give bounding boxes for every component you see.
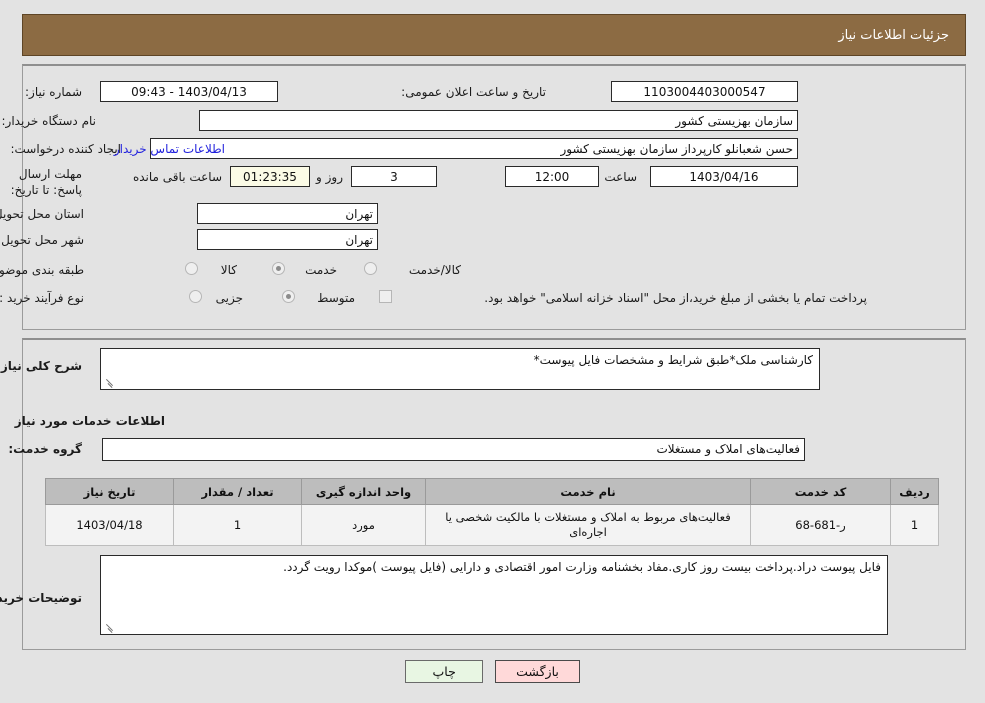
radio-category-kala-khedmat-label: کالا/خدمت <box>408 263 461 277</box>
province-value: تهران <box>197 203 378 224</box>
remaining-days-value: 3 <box>351 166 437 187</box>
resize-grip-icon[interactable] <box>104 623 114 633</box>
col-unit: واحد اندازه گیری <box>301 478 426 505</box>
deadline-hour-value: 12:00 <box>505 166 599 187</box>
buyer-notes-label: توضیحات خریدار: <box>0 591 82 605</box>
radio-process-jozei-label: جزیی <box>215 291 243 305</box>
cell-unit: مورد <box>301 504 426 546</box>
treasury-bond-label: پرداخت تمام یا بخشی از مبلغ خرید،از محل … <box>484 291 867 305</box>
buyer-org-value: سازمان بهزیستی کشور <box>199 110 798 131</box>
need-number-value: 1103004403000547 <box>611 81 798 102</box>
city-label: شهر محل تحویل: <box>0 233 84 247</box>
radio-category-kala[interactable] <box>185 262 198 275</box>
summary-label: شرح کلی نیاز: <box>0 359 82 373</box>
announce-datetime-value: 1403/04/13 - 09:43 <box>100 81 278 102</box>
resize-grip-icon[interactable] <box>104 378 114 388</box>
col-quantity: تعداد / مقدار <box>173 478 302 505</box>
service-group-value: فعالیت‌های املاک و مستغلات <box>102 438 805 461</box>
deadline-hour-label: ساعت <box>604 170 637 184</box>
action-button-row: بازگشت چاپ <box>0 660 985 683</box>
deadline-date-value: 1403/04/16 <box>650 166 798 187</box>
services-table: ردیف کد خدمت نام خدمت واحد اندازه گیری ت… <box>45 478 939 546</box>
page-title-bar: جزئیات اطلاعات نیاز <box>22 14 966 56</box>
cell-row-no: 1 <box>890 504 939 546</box>
remaining-days-label: روز و <box>316 170 343 184</box>
radio-category-kala-label: کالا <box>220 263 237 277</box>
radio-process-motevaset-label: متوسط <box>317 291 355 305</box>
need-number-label: شماره نیاز: <box>25 85 82 99</box>
buyer-contact-link[interactable]: اطلاعات تماس خریدار <box>114 142 225 156</box>
cell-service-name: فعالیت‌های مربوط به املاک و مستغلات با م… <box>425 504 751 546</box>
countdown-label: ساعت باقی مانده <box>132 170 222 184</box>
page-title: جزئیات اطلاعات نیاز <box>838 27 949 43</box>
deadline-label: مهلت ارسال پاسخ: تا تاریخ: <box>10 167 82 197</box>
announce-datetime-label: تاریخ و ساعت اعلان عمومی: <box>401 85 546 99</box>
radio-category-kala-khedmat[interactable] <box>364 262 377 275</box>
col-row-no: ردیف <box>890 478 939 505</box>
services-section-title: اطلاعات خدمات مورد نیاز <box>14 414 165 428</box>
category-label: طبقه بندی موضوعی: <box>0 263 84 277</box>
cell-need-date: 1403/04/18 <box>45 504 174 546</box>
treasury-bond-checkbox[interactable] <box>379 290 392 303</box>
radio-process-motevaset[interactable] <box>282 290 295 303</box>
cell-service-code: ر-681-68 <box>750 504 891 546</box>
radio-category-khedmat[interactable] <box>272 262 285 275</box>
buyer-org-label: نام دستگاه خریدار: <box>1 114 97 128</box>
requester-value: حسن شعبانلو کارپرداز سازمان بهزیستی کشور <box>150 138 798 159</box>
requester-label: ایجاد کننده درخواست: <box>10 142 121 156</box>
col-need-date: تاریخ نیاز <box>45 478 174 505</box>
service-group-label: گروه خدمت: <box>8 442 82 456</box>
buyer-notes-value: فایل پیوست دراد.پرداخت بیست روز کاری.مفا… <box>283 560 881 574</box>
countdown-timer: 01:23:35 <box>230 166 310 187</box>
col-service-code: کد خدمت <box>750 478 891 505</box>
page-root: AriaTender.net جزئیات اطلاعات نیاز شماره… <box>0 0 985 703</box>
table-row: 1 ر-681-68 فعالیت‌های مربوط به املاک و م… <box>45 504 939 546</box>
print-button[interactable]: چاپ <box>405 660 484 683</box>
radio-process-jozei[interactable] <box>189 290 202 303</box>
summary-value: کارشناسی ملک*طبق شرایط و مشخصات فایل پیو… <box>533 353 813 367</box>
city-value: تهران <box>197 229 378 250</box>
table-header-row: ردیف کد خدمت نام خدمت واحد اندازه گیری ت… <box>45 478 939 505</box>
back-button[interactable]: بازگشت <box>495 660 580 683</box>
cell-quantity: 1 <box>173 504 302 546</box>
process-label: نوع فرآیند خرید : <box>0 291 84 305</box>
province-label: استان محل تحویل: <box>0 207 84 221</box>
col-service-name: نام خدمت <box>425 478 751 505</box>
summary-textarea[interactable]: کارشناسی ملک*طبق شرایط و مشخصات فایل پیو… <box>100 348 820 390</box>
radio-category-khedmat-label: خدمت <box>305 263 337 277</box>
buyer-notes-textarea[interactable]: فایل پیوست دراد.پرداخت بیست روز کاری.مفا… <box>100 555 888 635</box>
